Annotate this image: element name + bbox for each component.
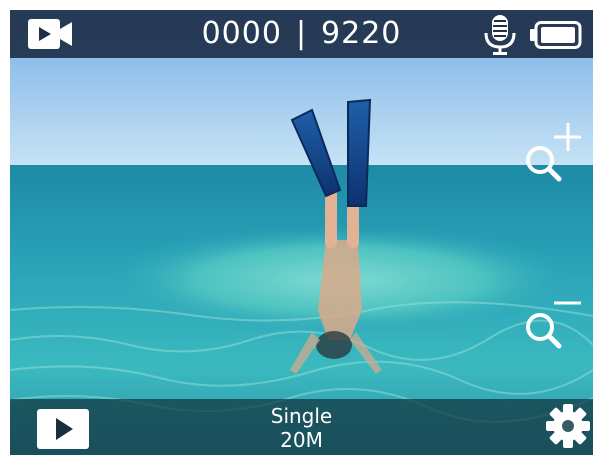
photos-taken: 0000 bbox=[201, 16, 282, 51]
counter-separator: | bbox=[295, 16, 308, 51]
resolution-label[interactable]: 20M bbox=[10, 429, 593, 451]
camera-screen: 0000 | 9220 Single 20M bbox=[10, 10, 593, 455]
zoom-out-icon[interactable] bbox=[523, 293, 581, 349]
shot-mode-label[interactable]: Single bbox=[10, 405, 593, 427]
microphone-icon bbox=[484, 15, 516, 55]
status-bar: 0000 | 9220 bbox=[10, 10, 593, 58]
gear-icon[interactable] bbox=[546, 403, 590, 449]
viewfinder-preview bbox=[10, 10, 593, 455]
photos-remaining: 9220 bbox=[321, 16, 402, 51]
battery-icon bbox=[530, 21, 582, 49]
zoom-in-icon[interactable] bbox=[523, 120, 581, 182]
